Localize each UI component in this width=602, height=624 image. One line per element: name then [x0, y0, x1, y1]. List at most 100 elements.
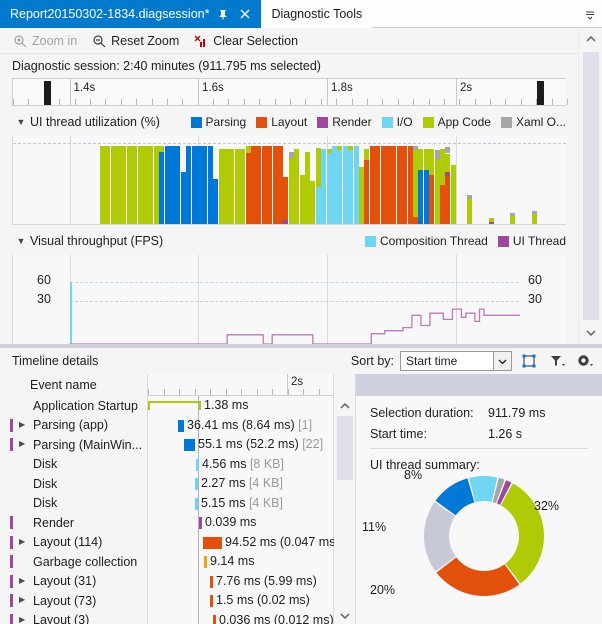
zoom-in-button[interactable]: Zoom in — [8, 31, 85, 51]
ruler-tick — [152, 99, 153, 105]
scroll-up-icon[interactable] — [579, 28, 602, 50]
utilization-bar-segment — [440, 149, 445, 185]
ui-thread-chart[interactable] — [12, 136, 566, 225]
event-row[interactable]: ▶Parsing (app) — [0, 416, 147, 436]
expand-triangle-icon[interactable]: ▶ — [19, 595, 29, 604]
utilization-bar — [170, 135, 175, 224]
scrollbar-track[interactable] — [579, 50, 602, 322]
event-bar-row: 94.52 ms (0.047 ms) — [148, 533, 333, 553]
scrollbar-track[interactable] — [334, 416, 355, 480]
event-name-label: Garbage collection — [0, 555, 137, 569]
ruler-tick — [459, 99, 460, 105]
expand-triangle-icon[interactable]: ▶ — [19, 615, 29, 624]
utilization-bar — [154, 135, 159, 224]
event-row[interactable]: Disk — [0, 474, 147, 494]
ruler-tick — [398, 99, 399, 105]
utilization-bar-segment — [429, 149, 434, 175]
event-color-marker — [10, 438, 13, 451]
utilization-bar-segment — [337, 146, 342, 150]
legend-label: I/O — [397, 115, 413, 129]
utilization-bar — [208, 135, 213, 224]
fps-chart[interactable]: 60306030 — [12, 255, 566, 344]
utilization-bar — [132, 135, 137, 224]
expand-triangle-icon[interactable]: ▶ — [19, 439, 29, 448]
utilization-bar-segment — [197, 146, 202, 224]
legend-item[interactable]: UI Thread — [498, 234, 566, 248]
event-duration-text: 4.56 ms [8 KB] — [202, 457, 284, 471]
tab-report-diagsession[interactable]: Report20150302-1834.diagsession* — [0, 0, 261, 28]
event-row[interactable]: ▶Layout (114) — [0, 533, 147, 553]
scroll-down-icon[interactable] — [579, 322, 602, 344]
triangle-down-icon[interactable]: ▼ — [12, 236, 30, 246]
event-duration-text: 0.039 ms — [205, 515, 256, 529]
utilization-bar — [148, 135, 153, 224]
utilization-bar-segment — [364, 160, 369, 224]
expand-triangle-icon[interactable]: ▶ — [19, 537, 29, 546]
utilization-bar — [429, 135, 434, 224]
event-name-label: Layout (3) — [0, 613, 89, 624]
scroll-down-icon[interactable] — [334, 610, 356, 622]
legend-item[interactable]: Xaml O... — [501, 115, 566, 129]
expand-triangle-icon[interactable]: ▶ — [19, 576, 29, 585]
event-bar-row: 2.27 ms [4 KB] — [148, 474, 333, 494]
ruler-tick — [121, 99, 122, 105]
event-row[interactable]: ▶Layout (73) — [0, 591, 147, 611]
fps-title: Visual throughput (FPS) — [30, 234, 163, 248]
utilization-bar-segment — [267, 146, 272, 224]
timeline-ruler[interactable]: 1.4s1.6s1.8s2s — [12, 78, 566, 106]
legend-item[interactable]: Render — [317, 115, 371, 129]
legend-item[interactable]: App Code — [423, 115, 491, 129]
event-row[interactable]: ▶Layout (3) — [0, 611, 147, 624]
event-bar-row: 7.76 ms (5.99 ms) — [148, 572, 333, 592]
reset-zoom-button[interactable]: Reset Zoom — [87, 31, 187, 51]
duration-extra: [4 KB] — [245, 476, 283, 490]
event-row[interactable]: Application Startup — [0, 396, 147, 416]
tab-diagnostic-tools[interactable]: Diagnostic Tools — [261, 0, 372, 28]
mini-ruler-major-tick — [287, 374, 288, 395]
details-scrollbar[interactable] — [334, 374, 356, 624]
utilization-bar-segment — [224, 149, 229, 224]
clear-selection-button[interactable]: Clear Selection — [189, 31, 306, 51]
utilization-bar — [105, 135, 110, 224]
utilization-bar-segment — [445, 147, 450, 154]
clear-selection-icon — [193, 33, 209, 49]
sort-by-select[interactable]: Start time — [400, 351, 512, 371]
zoom-to-selection-button[interactable] — [518, 351, 540, 371]
mini-ruler-tick — [210, 389, 211, 395]
legend-item[interactable]: Layout — [256, 115, 307, 129]
scrollbar-thumb[interactable] — [337, 416, 353, 480]
ruler-tick — [167, 99, 168, 105]
event-row[interactable]: Garbage collection — [0, 552, 147, 572]
start-time-row: Start time: 1.26 s — [370, 427, 588, 441]
donut-svg — [418, 470, 550, 602]
event-name-label: Disk — [0, 477, 57, 491]
legend-item[interactable]: Parsing — [191, 115, 247, 129]
scrollbar-thumb[interactable] — [583, 52, 599, 320]
legend-item[interactable]: Composition Thread — [365, 234, 488, 248]
graphs-scrollbar[interactable] — [578, 28, 602, 344]
selection-start-handle[interactable] — [44, 81, 51, 105]
ruler-tick — [59, 99, 60, 105]
event-row[interactable]: Render — [0, 513, 147, 533]
legend-item[interactable]: I/O — [382, 115, 413, 129]
event-row[interactable]: ▶Parsing (MainWin... — [0, 435, 147, 455]
tab-overflow-icon[interactable] — [578, 0, 602, 27]
details-mini-ruler[interactable]: 2s — [148, 374, 333, 396]
triangle-down-icon[interactable]: ▼ — [12, 117, 30, 127]
utilization-bar-segment — [413, 217, 418, 224]
legend-swatch — [382, 117, 393, 128]
event-row[interactable]: ▶Layout (31) — [0, 572, 147, 592]
filter-button[interactable] — [546, 351, 568, 371]
selection-end-handle[interactable] — [537, 81, 544, 105]
scroll-up-icon[interactable] — [334, 396, 355, 416]
event-row[interactable]: Disk — [0, 494, 147, 514]
duration-value: 5.15 ms — [201, 496, 245, 510]
expand-triangle-icon[interactable]: ▶ — [19, 420, 29, 429]
utilization-bar — [165, 135, 170, 224]
close-icon[interactable] — [237, 6, 253, 22]
event-row[interactable]: Disk — [0, 455, 147, 475]
pin-icon[interactable] — [215, 6, 231, 22]
chevron-down-icon[interactable] — [493, 352, 511, 370]
event-duration-bar — [195, 478, 198, 490]
settings-button[interactable] — [574, 351, 596, 371]
